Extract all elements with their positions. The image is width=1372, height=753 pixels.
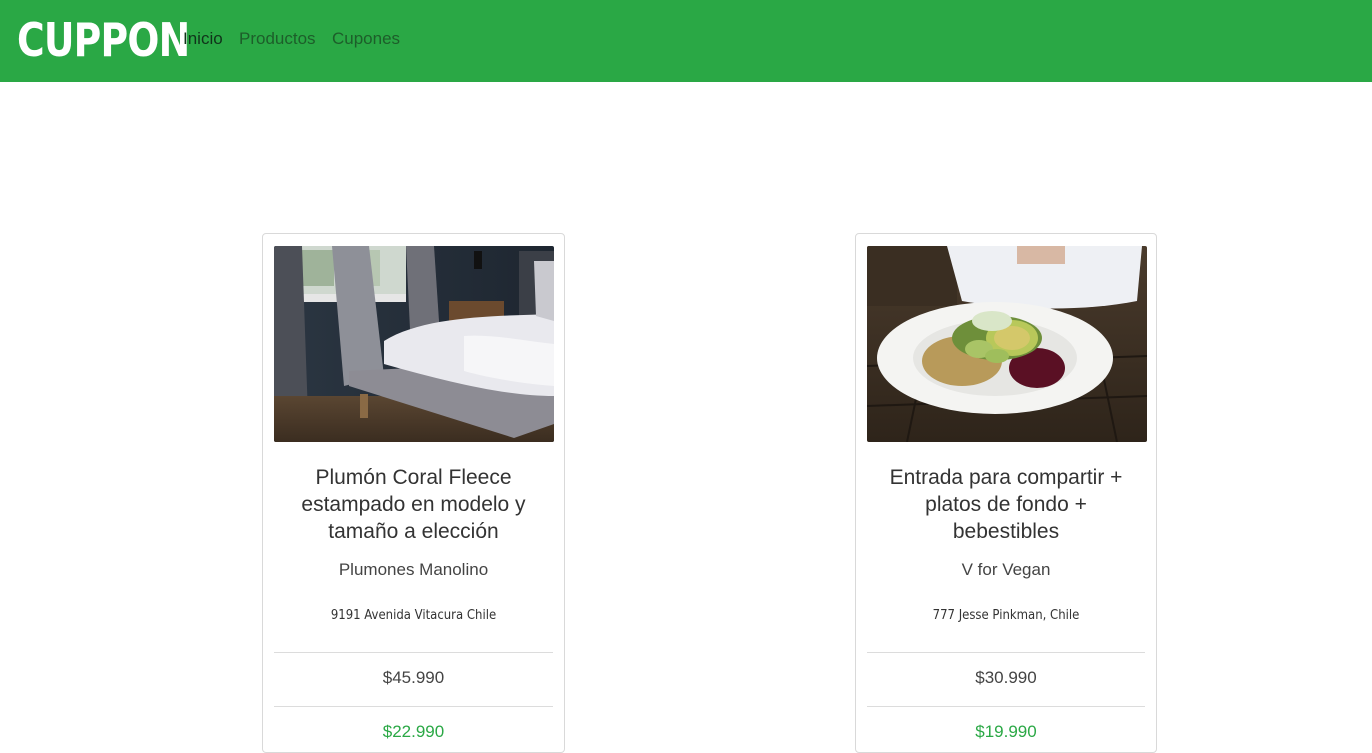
product-discount-price: $22.990 xyxy=(382,722,445,741)
product-discount-price: $19.990 xyxy=(975,722,1037,741)
nav-link-cupones[interactable]: Cupones xyxy=(332,29,400,49)
card-divider xyxy=(274,706,553,707)
product-address: 777 Jesse Pinkman, Chile xyxy=(932,608,1080,623)
product-image-bedroom[interactable] xyxy=(274,246,554,442)
card-divider xyxy=(867,652,1145,653)
product-title[interactable]: Plumón Coral Fleece estampado en modelo … xyxy=(263,464,564,545)
brand-logo[interactable]: CUPPON xyxy=(17,11,190,69)
card-divider xyxy=(867,706,1145,707)
product-image-salad[interactable] xyxy=(867,246,1147,442)
top-navbar: CUPPON Inicio Productos Cupones xyxy=(0,0,1372,82)
product-title[interactable]: Entrada para compartir + platos de fondo… xyxy=(856,464,1156,545)
product-vendor: Plumones Manolino xyxy=(338,560,489,579)
product-address: 9191 Avenida Vitacura Chile xyxy=(330,608,497,623)
product-card[interactable]: Plumón Coral Fleece estampado en modelo … xyxy=(262,233,565,753)
product-price: $45.990 xyxy=(382,668,445,687)
product-vendor: V for Vegan xyxy=(961,560,1051,579)
nav-link-inicio[interactable]: Inicio xyxy=(183,29,223,49)
product-price: $30.990 xyxy=(975,668,1037,687)
card-divider xyxy=(274,652,553,653)
product-card[interactable]: Entrada para compartir + platos de fondo… xyxy=(855,233,1157,753)
nav-link-productos[interactable]: Productos xyxy=(239,29,316,49)
